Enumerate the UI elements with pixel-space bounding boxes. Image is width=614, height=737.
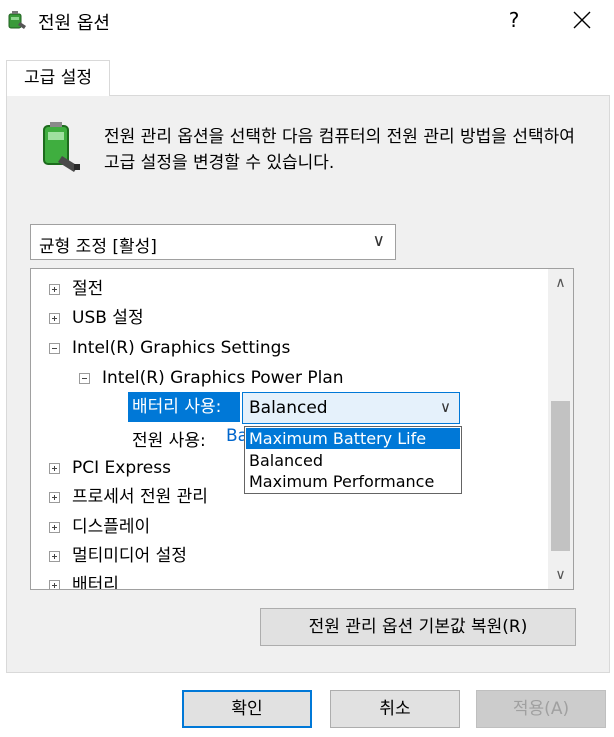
- battery-use-label: 배터리 사용:: [128, 392, 240, 422]
- tree-item-label: Intel(R) Graphics Settings: [72, 338, 291, 358]
- expand-icon[interactable]: [49, 312, 60, 324]
- dropdown-option[interactable]: Balanced: [246, 450, 460, 471]
- dropdown-option[interactable]: Maximum Performance: [246, 471, 460, 492]
- tree-item-label: 배터리: [72, 575, 119, 590]
- tree-item-intel-power-plan[interactable]: Intel(R) Graphics Power Plan: [79, 364, 344, 392]
- apply-button[interactable]: 적용(A): [476, 690, 606, 728]
- battery-icon: [43, 122, 80, 172]
- description-text: 전원 관리 옵션을 선택한 다음 컴퓨터의 전원 관리 방법을 선택하여 고급 …: [104, 127, 575, 173]
- collapse-icon[interactable]: [79, 372, 90, 384]
- restore-defaults-button[interactable]: 전원 관리 옵션 기본값 복원(R): [260, 608, 576, 646]
- tree-item-processor[interactable]: 프로세서 전원 관리: [49, 483, 208, 511]
- tree-item-pci-express[interactable]: PCI Express: [49, 454, 171, 482]
- dropdown-option[interactable]: Maximum Battery Life: [246, 428, 460, 449]
- tree-item-label: 프로세서 전원 관리: [72, 487, 208, 507]
- tree-item-multimedia[interactable]: 멀티미디어 설정: [49, 542, 187, 570]
- close-button[interactable]: [562, 5, 602, 35]
- title-bar: 전원 옵션 ?: [0, 0, 614, 40]
- tree-item-label: 절전: [72, 279, 104, 299]
- tree-scrollbar[interactable]: ∧ ∨: [548, 269, 573, 589]
- scroll-thumb[interactable]: [551, 401, 570, 551]
- expand-icon[interactable]: [49, 283, 60, 295]
- expand-icon[interactable]: [49, 491, 60, 503]
- help-button[interactable]: ?: [498, 5, 530, 35]
- expand-icon[interactable]: [49, 550, 60, 562]
- chevron-down-icon: ∨: [440, 398, 451, 416]
- tab-advanced-settings[interactable]: 고급 설정: [6, 60, 110, 96]
- tree-item-display[interactable]: 디스플레이: [49, 513, 150, 541]
- cancel-button[interactable]: 취소: [330, 690, 460, 728]
- tree-item-intel-graphics[interactable]: Intel(R) Graphics Settings: [49, 334, 290, 362]
- tree-item-label: USB 설정: [72, 308, 144, 328]
- tree-item-label: Intel(R) Graphics Power Plan: [102, 368, 344, 388]
- scroll-down-icon[interactable]: ∨: [548, 563, 573, 587]
- tree-item-label: PCI Express: [72, 458, 171, 478]
- battery-use-value: Balanced: [249, 398, 328, 418]
- power-plan-value: 균형 조정 [활성]: [39, 237, 157, 257]
- tree-item-usb[interactable]: USB 설정: [49, 304, 144, 332]
- ac-use-label: 전원 사용:: [132, 431, 206, 451]
- tree-item-sleep[interactable]: 절전: [49, 275, 103, 303]
- chevron-down-icon: ∨: [372, 231, 385, 251]
- battery-use-dropdown[interactable]: Maximum Battery Life Balanced Maximum Pe…: [244, 426, 462, 494]
- power-options-icon: [8, 11, 26, 29]
- scroll-up-icon[interactable]: ∧: [548, 271, 573, 295]
- tree-item-label: 디스플레이: [72, 517, 151, 537]
- expand-icon[interactable]: [49, 462, 60, 474]
- power-plan-select[interactable]: 균형 조정 [활성] ∨: [30, 224, 396, 260]
- expand-icon[interactable]: [49, 579, 60, 589]
- tree-item-battery[interactable]: 배터리: [49, 571, 119, 590]
- tree-item-label: 멀티미디어 설정: [72, 546, 187, 566]
- collapse-icon[interactable]: [49, 342, 60, 354]
- battery-use-select[interactable]: Balanced ∨: [242, 392, 460, 424]
- window-title: 전원 옵션: [38, 13, 110, 34]
- ok-button[interactable]: 확인: [182, 690, 312, 728]
- close-icon: [573, 11, 591, 29]
- expand-icon[interactable]: [49, 521, 60, 533]
